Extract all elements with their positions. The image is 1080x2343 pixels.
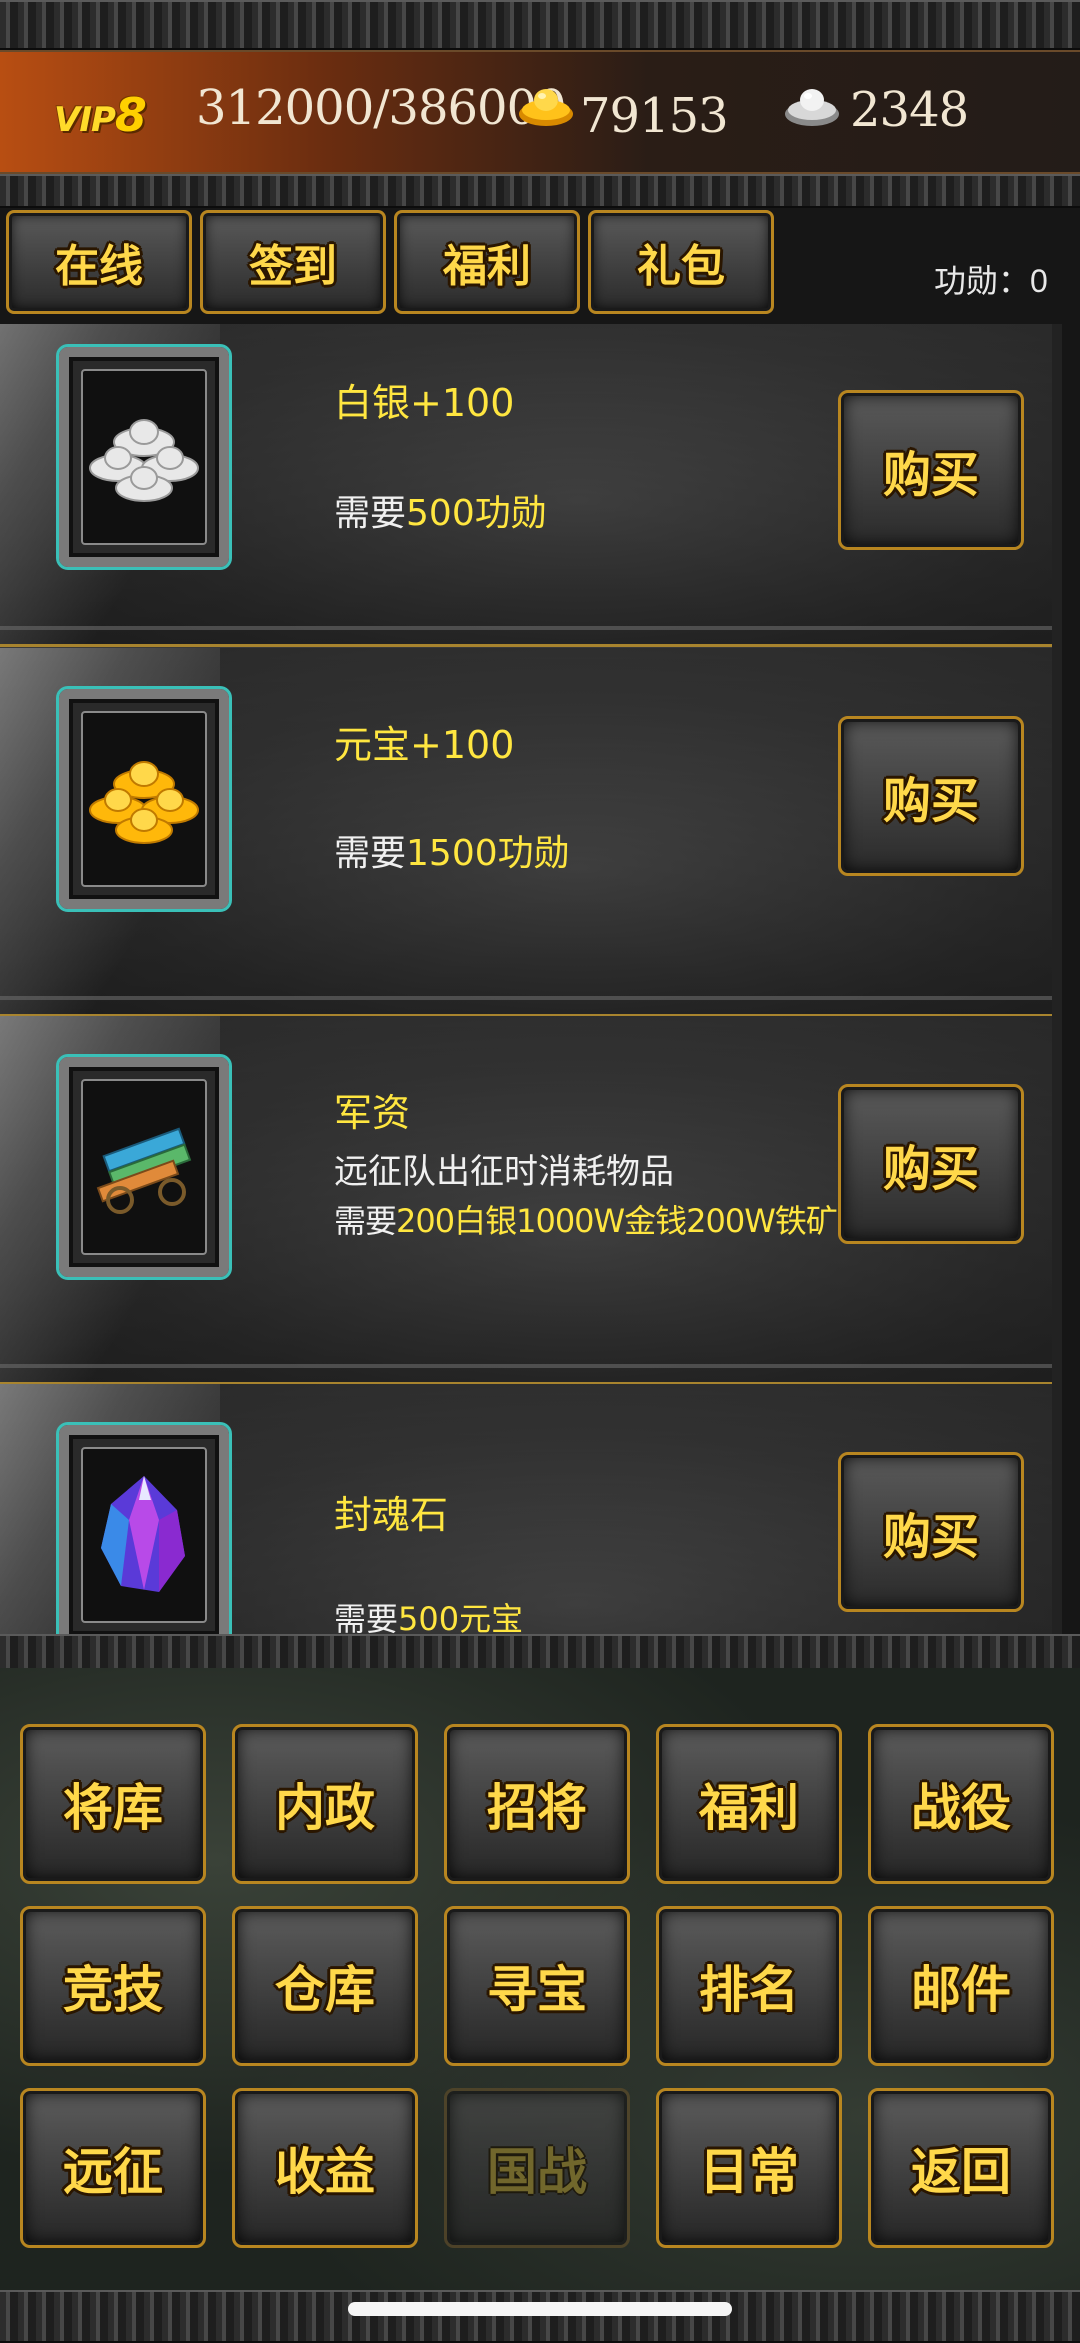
item-title: 白银+100 bbox=[334, 381, 515, 425]
shop-list[interactable]: 白银+100 需要500功勋 购买 元宝+100 需要1500功勋 购买 军资 … bbox=[0, 324, 1060, 1634]
energy-value: 312000/386000 bbox=[196, 80, 567, 136]
menu-campaign-button[interactable]: 战役 bbox=[868, 1724, 1054, 1884]
menu-domestic-affairs-button[interactable]: 内政 bbox=[232, 1724, 418, 1884]
menu-arena-button[interactable]: 竞技 bbox=[20, 1906, 206, 2066]
header-border bbox=[0, 174, 1080, 208]
vip-badge[interactable]: VIP8 bbox=[54, 88, 147, 142]
merit-counter: 功勋：0 bbox=[934, 263, 1048, 299]
buy-button[interactable]: 购买 bbox=[838, 390, 1024, 550]
list-item: 军资 远征队出征时消耗物品 需要200白银1000W金钱200W铁矿200W粮食… bbox=[0, 1016, 1052, 1385]
home-indicator[interactable] bbox=[348, 2302, 732, 2316]
status-header: VIP8 312000/386000 79153 2348 bbox=[0, 50, 1080, 174]
menu-border bbox=[0, 1634, 1080, 1672]
item-frame bbox=[56, 1422, 232, 1634]
menu-ranking-button[interactable]: 排名 bbox=[656, 1906, 842, 2066]
menu-warehouse-button[interactable]: 仓库 bbox=[232, 1906, 418, 2066]
item-title: 元宝+100 bbox=[334, 723, 515, 767]
gold-value: 79153 bbox=[580, 88, 729, 144]
soul-stone-icon bbox=[101, 1476, 185, 1592]
item-frame bbox=[56, 1054, 232, 1280]
item-requirement: 需要500元宝 bbox=[334, 1600, 524, 1634]
menu-nation-war-button[interactable]: 国战 bbox=[444, 2088, 630, 2248]
gold-ingots-icon bbox=[89, 761, 199, 844]
item-description: 远征队出征时消耗物品 bbox=[334, 1152, 674, 1192]
bottom-border bbox=[0, 2290, 1080, 2343]
item-frame bbox=[56, 686, 232, 912]
menu-mail-button[interactable]: 邮件 bbox=[868, 1906, 1054, 2066]
buy-button[interactable]: 购买 bbox=[838, 1452, 1024, 1612]
gold-ingot-icon bbox=[519, 89, 573, 126]
tab-welfare[interactable]: 福利 bbox=[394, 210, 580, 314]
menu-revenue-button[interactable]: 收益 bbox=[232, 2088, 418, 2248]
silver-value: 2348 bbox=[850, 82, 969, 138]
item-frame bbox=[56, 344, 232, 570]
list-scrollbar[interactable] bbox=[1052, 324, 1062, 1634]
silver-ingots-icon bbox=[89, 419, 199, 502]
buy-button[interactable]: 购买 bbox=[838, 716, 1024, 876]
menu-daily-button[interactable]: 日常 bbox=[656, 2088, 842, 2248]
silver-ingot-icon bbox=[785, 89, 839, 126]
list-item: 元宝+100 需要1500功勋 购买 bbox=[0, 648, 1052, 1017]
item-requirement: 需要500功勋 bbox=[334, 493, 547, 534]
buy-button[interactable]: 购买 bbox=[838, 1084, 1024, 1244]
tab-sign-in[interactable]: 签到 bbox=[200, 210, 386, 314]
menu-welfare-button[interactable]: 福利 bbox=[656, 1724, 842, 1884]
supply-cart-icon bbox=[96, 1127, 192, 1214]
menu-back-button[interactable]: 返回 bbox=[868, 2088, 1054, 2248]
menu-general-storage-button[interactable]: 将库 bbox=[20, 1724, 206, 1884]
menu-expedition-button[interactable]: 远征 bbox=[20, 2088, 206, 2248]
item-requirement: 需要1500功勋 bbox=[334, 833, 570, 874]
tab-online[interactable]: 在线 bbox=[6, 210, 192, 314]
item-title: 军资 bbox=[334, 1091, 411, 1135]
menu-recruit-button[interactable]: 招将 bbox=[444, 1724, 630, 1884]
item-title: 封魂石 bbox=[334, 1493, 449, 1537]
top-border bbox=[0, 0, 1080, 50]
list-item: 白银+100 需要500功勋 购买 bbox=[0, 324, 1052, 647]
tab-gift-pack[interactable]: 礼包 bbox=[588, 210, 774, 314]
list-item: 封魂石 需要500元宝 购买 bbox=[0, 1384, 1052, 1634]
menu-treasure-hunt-button[interactable]: 寻宝 bbox=[444, 1906, 630, 2066]
